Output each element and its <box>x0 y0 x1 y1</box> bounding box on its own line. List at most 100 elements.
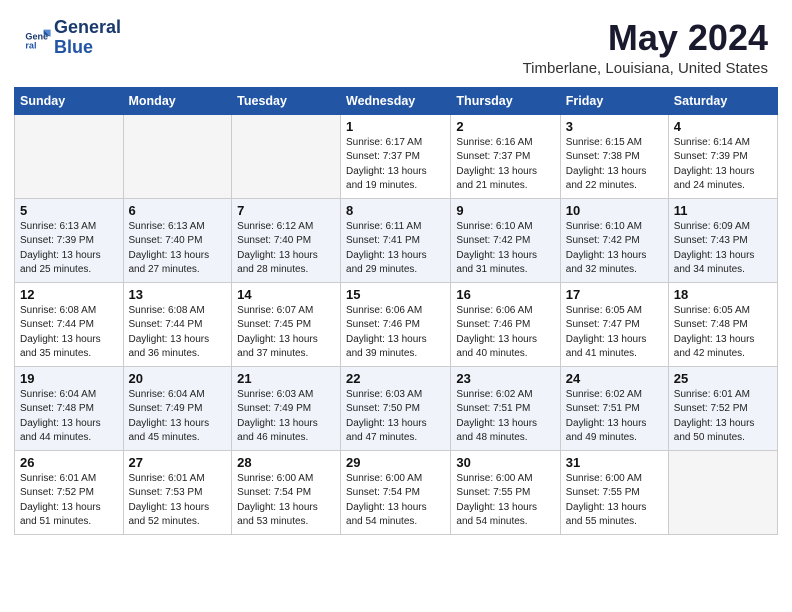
day-number: 21 <box>237 371 335 386</box>
day-info: Sunrise: 6:06 AM Sunset: 7:46 PM Dayligh… <box>346 304 445 362</box>
calendar: SundayMondayTuesdayWednesdayThursdayFrid… <box>14 87 778 535</box>
day-info: Sunrise: 6:13 AM Sunset: 7:40 PM Dayligh… <box>129 220 227 278</box>
day-number: 2 <box>456 119 554 134</box>
svg-text:ral: ral <box>25 40 36 50</box>
calendar-cell: 26 Sunrise: 6:01 AM Sunset: 7:52 PM Dayli… <box>15 450 124 534</box>
day-number: 25 <box>674 371 772 386</box>
calendar-cell <box>15 114 124 198</box>
calendar-cell: 17 Sunrise: 6:05 AM Sunset: 7:47 PM Dayli… <box>560 282 668 366</box>
day-number: 18 <box>674 287 772 302</box>
day-number: 1 <box>346 119 445 134</box>
day-number: 3 <box>566 119 663 134</box>
calendar-cell: 14Sunrise: 6:07 AM Sunset: 7:45 PM Dayli… <box>232 282 341 366</box>
weekday-wednesday: Wednesday <box>341 87 451 114</box>
day-info: Sunrise: 6:07 AM Sunset: 7:45 PM Dayligh… <box>237 304 335 362</box>
day-info: Sunrise: 6:14 AM Sunset: 7:39 PM Dayligh… <box>674 136 772 194</box>
day-number: 7 <box>237 203 335 218</box>
calendar-cell: 4 Sunrise: 6:14 AM Sunset: 7:39 PM Daylig… <box>668 114 777 198</box>
day-info: Sunrise: 6:05 AM Sunset: 7:47 PM Dayligh… <box>566 304 663 362</box>
calendar-cell: 20Sunrise: 6:04 AM Sunset: 7:49 PM Dayli… <box>123 366 232 450</box>
day-number: 30 <box>456 455 554 470</box>
day-number: 5 <box>20 203 118 218</box>
weekday-friday: Friday <box>560 87 668 114</box>
calendar-cell: 13 Sunrise: 6:08 AM Sunset: 7:44 PM Dayli… <box>123 282 232 366</box>
calendar-cell: 7 Sunrise: 6:12 AM Sunset: 7:40 PM Daylig… <box>232 198 341 282</box>
calendar-cell: 22 Sunrise: 6:03 AM Sunset: 7:50 PM Dayli… <box>341 366 451 450</box>
day-info: Sunrise: 6:16 AM Sunset: 7:37 PM Dayligh… <box>456 136 554 194</box>
calendar-cell: 8 Sunrise: 6:11 AM Sunset: 7:41 PM Daylig… <box>341 198 451 282</box>
day-info: Sunrise: 6:01 AM Sunset: 7:53 PM Dayligh… <box>129 472 227 530</box>
calendar-cell: 21 Sunrise: 6:03 AM Sunset: 7:49 PM Dayli… <box>232 366 341 450</box>
day-info: Sunrise: 6:10 AM Sunset: 7:42 PM Dayligh… <box>566 220 663 278</box>
day-info: Sunrise: 6:03 AM Sunset: 7:49 PM Dayligh… <box>237 388 335 446</box>
day-number: 29 <box>346 455 445 470</box>
day-info: Sunrise: 6:12 AM Sunset: 7:40 PM Dayligh… <box>237 220 335 278</box>
day-number: 8 <box>346 203 445 218</box>
calendar-cell: 18 Sunrise: 6:05 AM Sunset: 7:48 PM Dayli… <box>668 282 777 366</box>
day-info: Sunrise: 6:01 AM Sunset: 7:52 PM Dayligh… <box>20 472 118 530</box>
day-number: 31 <box>566 455 663 470</box>
calendar-cell: 23 Sunrise: 6:02 AM Sunset: 7:51 PM Dayli… <box>451 366 560 450</box>
calendar-cell: 2 Sunrise: 6:16 AM Sunset: 7:37 PM Daylig… <box>451 114 560 198</box>
day-info: Sunrise: 6:08 AM Sunset: 7:44 PM Dayligh… <box>129 304 227 362</box>
day-info: Sunrise: 6:15 AM Sunset: 7:38 PM Dayligh… <box>566 136 663 194</box>
week-row-5: 26 Sunrise: 6:01 AM Sunset: 7:52 PM Dayli… <box>15 450 778 534</box>
weekday-header-row: SundayMondayTuesdayWednesdayThursdayFrid… <box>15 87 778 114</box>
calendar-cell: 28Sunrise: 6:00 AM Sunset: 7:54 PM Dayli… <box>232 450 341 534</box>
day-number: 12 <box>20 287 118 302</box>
logo-line1: General <box>54 18 121 38</box>
day-number: 4 <box>674 119 772 134</box>
day-info: Sunrise: 6:00 AM Sunset: 7:55 PM Dayligh… <box>456 472 554 530</box>
day-info: Sunrise: 6:10 AM Sunset: 7:42 PM Dayligh… <box>456 220 554 278</box>
day-number: 15 <box>346 287 445 302</box>
day-number: 10 <box>566 203 663 218</box>
day-info: Sunrise: 6:06 AM Sunset: 7:46 PM Dayligh… <box>456 304 554 362</box>
day-number: 16 <box>456 287 554 302</box>
weekday-thursday: Thursday <box>451 87 560 114</box>
month-title: May 2024 <box>523 18 768 58</box>
day-number: 26 <box>20 455 118 470</box>
day-info: Sunrise: 6:11 AM Sunset: 7:41 PM Dayligh… <box>346 220 445 278</box>
day-number: 22 <box>346 371 445 386</box>
calendar-wrap: SundayMondayTuesdayWednesdayThursdayFrid… <box>0 87 792 549</box>
logo-line2: Blue <box>54 38 121 58</box>
logo: Gene ral General Blue <box>24 18 121 58</box>
calendar-cell: 16 Sunrise: 6:06 AM Sunset: 7:46 PM Dayli… <box>451 282 560 366</box>
day-info: Sunrise: 6:04 AM Sunset: 7:49 PM Dayligh… <box>129 388 227 446</box>
weekday-saturday: Saturday <box>668 87 777 114</box>
calendar-cell: 24 Sunrise: 6:02 AM Sunset: 7:51 PM Dayli… <box>560 366 668 450</box>
day-info: Sunrise: 6:03 AM Sunset: 7:50 PM Dayligh… <box>346 388 445 446</box>
calendar-cell <box>232 114 341 198</box>
weekday-tuesday: Tuesday <box>232 87 341 114</box>
day-info: Sunrise: 6:02 AM Sunset: 7:51 PM Dayligh… <box>566 388 663 446</box>
weekday-sunday: Sunday <box>15 87 124 114</box>
day-number: 17 <box>566 287 663 302</box>
calendar-cell: 3 Sunrise: 6:15 AM Sunset: 7:38 PM Daylig… <box>560 114 668 198</box>
day-number: 23 <box>456 371 554 386</box>
calendar-cell: 30 Sunrise: 6:00 AM Sunset: 7:55 PM Dayli… <box>451 450 560 534</box>
calendar-cell: 6Sunrise: 6:13 AM Sunset: 7:40 PM Daylig… <box>123 198 232 282</box>
day-number: 24 <box>566 371 663 386</box>
day-info: Sunrise: 6:09 AM Sunset: 7:43 PM Dayligh… <box>674 220 772 278</box>
week-row-4: 19Sunrise: 6:04 AM Sunset: 7:48 PM Dayli… <box>15 366 778 450</box>
day-number: 9 <box>456 203 554 218</box>
day-info: Sunrise: 6:00 AM Sunset: 7:54 PM Dayligh… <box>346 472 445 530</box>
calendar-cell <box>668 450 777 534</box>
calendar-cell: 10 Sunrise: 6:10 AM Sunset: 7:42 PM Dayli… <box>560 198 668 282</box>
week-row-2: 5Sunrise: 6:13 AM Sunset: 7:39 PM Daylig… <box>15 198 778 282</box>
day-info: Sunrise: 6:05 AM Sunset: 7:48 PM Dayligh… <box>674 304 772 362</box>
day-number: 19 <box>20 371 118 386</box>
weekday-monday: Monday <box>123 87 232 114</box>
week-row-3: 12 Sunrise: 6:08 AM Sunset: 7:44 PM Dayli… <box>15 282 778 366</box>
day-number: 13 <box>129 287 227 302</box>
calendar-cell: 15 Sunrise: 6:06 AM Sunset: 7:46 PM Dayli… <box>341 282 451 366</box>
calendar-cell: 11Sunrise: 6:09 AM Sunset: 7:43 PM Dayli… <box>668 198 777 282</box>
header: Gene ral General Blue May 2024 Timberlan… <box>0 0 792 87</box>
calendar-cell: 25 Sunrise: 6:01 AM Sunset: 7:52 PM Dayli… <box>668 366 777 450</box>
calendar-cell: 9 Sunrise: 6:10 AM Sunset: 7:42 PM Daylig… <box>451 198 560 282</box>
day-info: Sunrise: 6:02 AM Sunset: 7:51 PM Dayligh… <box>456 388 554 446</box>
title-area: May 2024 Timberlane, Louisiana, United S… <box>523 18 768 77</box>
day-info: Sunrise: 6:01 AM Sunset: 7:52 PM Dayligh… <box>674 388 772 446</box>
week-row-1: 1Sunrise: 6:17 AM Sunset: 7:37 PM Daylig… <box>15 114 778 198</box>
calendar-cell: 27Sunrise: 6:01 AM Sunset: 7:53 PM Dayli… <box>123 450 232 534</box>
